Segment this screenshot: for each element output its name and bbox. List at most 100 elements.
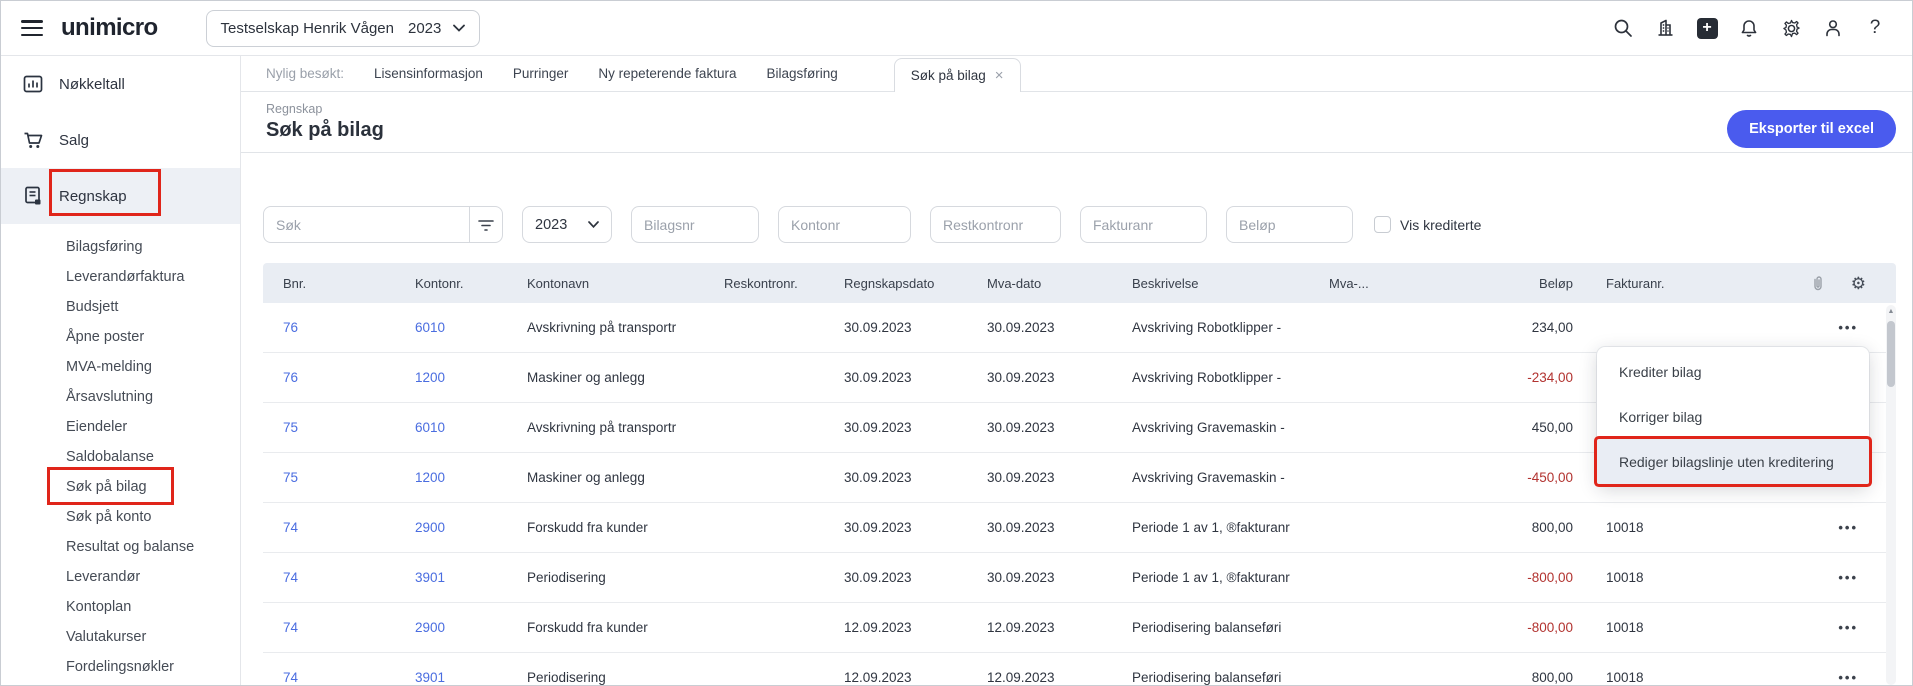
cell-bnr-link[interactable]: 75: [283, 470, 415, 485]
row-more-actions-icon[interactable]: •••: [1838, 621, 1858, 634]
sidebar-subitem-pne-poster[interactable]: Åpne poster: [1, 322, 240, 352]
sidebar-subitem-mva-melding[interactable]: MVA-melding: [1, 352, 240, 382]
sidebar-subitem-leverand-rfaktura[interactable]: Leverandørfaktura: [1, 262, 240, 292]
sidebar-subitem-s-k-p-bilag[interactable]: Søk på bilag: [1, 472, 240, 502]
recent-link-purringer[interactable]: Purringer: [513, 66, 569, 81]
cell-fakturanr: 10018: [1606, 520, 1644, 535]
app-window: unimicro Testselskap Henrik Vågen 2023 +: [0, 0, 1913, 686]
cell-bnr-link[interactable]: 74: [283, 620, 415, 635]
column-header[interactable]: Kontonr.: [415, 276, 527, 291]
sidebar-item-salg[interactable]: Salg: [1, 112, 240, 168]
search-input[interactable]: [264, 207, 469, 242]
sidebar-item-label: Nøkkeltall: [59, 75, 125, 93]
scrollbar-thumb[interactable]: [1887, 321, 1895, 387]
checkbox[interactable]: [1374, 216, 1391, 233]
cell-bnr-link[interactable]: 76: [283, 370, 415, 385]
cell-mva-dato: 30.09.2023: [987, 370, 1055, 385]
export-to-excel-button[interactable]: Eksporter til excel: [1727, 110, 1896, 148]
cell-kontonr-link[interactable]: 1200: [415, 370, 527, 385]
cell-belop: -234,00: [1527, 370, 1573, 385]
column-header[interactable]: Mva-...: [1329, 276, 1433, 291]
cell-bnr-link[interactable]: 75: [283, 420, 415, 435]
column-header[interactable]: Regnskapsdato: [844, 276, 987, 291]
column-header[interactable]: Fakturanr.: [1606, 276, 1766, 291]
organization-icon[interactable]: [1654, 17, 1676, 39]
table-row[interactable]: 76 6010 Avskrivning på transportr 30.09.202…: [263, 303, 1896, 353]
belop-input[interactable]: [1226, 206, 1353, 243]
table-row[interactable]: 74 2900 Forskudd fra kunder 30.09.2023 30.09…: [263, 503, 1896, 553]
row-more-actions-icon[interactable]: •••: [1838, 321, 1858, 334]
year-select[interactable]: 2023: [522, 206, 612, 243]
sidebar-item-regnskap[interactable]: Regnskap: [1, 168, 240, 224]
row-context-menu: Krediter bilag Korriger bilag Rediger bila…: [1597, 347, 1869, 486]
cell-kontonr-link[interactable]: 6010: [415, 420, 527, 435]
sidebar-subitem-s-k-p-konto[interactable]: Søk på konto: [1, 502, 240, 532]
user-icon[interactable]: [1822, 17, 1844, 39]
tab-sok-pa-bilag[interactable]: Søk på bilag ×: [893, 58, 1021, 92]
fakturanr-input[interactable]: [1080, 206, 1207, 243]
table-scrollbar[interactable]: ▲: [1886, 305, 1896, 685]
context-menu-item-krediter-bilag[interactable]: Krediter bilag: [1597, 349, 1869, 394]
sidebar-subitem-valutakurser[interactable]: Valutakurser: [1, 622, 240, 652]
cell-mva-dato: 30.09.2023: [987, 320, 1055, 335]
search-icon[interactable]: [1612, 17, 1634, 39]
recent-link-ny-repeterende-faktura[interactable]: Ny repeterende faktura: [598, 66, 736, 81]
sidebar-subitem-fordelingsn-kler[interactable]: Fordelingsnøkler: [1, 652, 240, 682]
table-row[interactable]: 74 3901 Periodisering 12.09.2023 12.09.2023 P…: [263, 653, 1896, 685]
company-selector[interactable]: Testselskap Henrik Vågen 2023: [205, 9, 481, 47]
column-header[interactable]: Beløp: [1433, 276, 1573, 291]
cell-bnr-link[interactable]: 76: [283, 320, 415, 335]
help-icon[interactable]: ?: [1864, 17, 1886, 39]
column-header[interactable]: Kontonavn: [527, 276, 724, 291]
column-header[interactable]: Reskontronr.: [724, 276, 844, 291]
cell-mva-dato: 30.09.2023: [987, 570, 1055, 585]
restkontonr-input[interactable]: [930, 206, 1061, 243]
cell-belop: 234,00: [1531, 320, 1573, 335]
sidebar-item-nokkeltall[interactable]: Nøkkeltall: [1, 56, 240, 112]
cell-kontonr-link[interactable]: 6010: [415, 320, 527, 335]
context-menu-item-rediger-bilagslinje-uten-kreditering[interactable]: Rediger bilagslinje uten kreditering: [1597, 439, 1869, 484]
checkbox-label: Vis krediterte: [1400, 216, 1482, 233]
column-header[interactable]: Beskrivelse: [1132, 276, 1329, 291]
cell-kontonr-link[interactable]: 2900: [415, 620, 527, 635]
cell-fakturanr: 10018: [1606, 670, 1644, 685]
sidebar-subitem-leverand-r[interactable]: Leverandør: [1, 562, 240, 592]
paperclip-icon[interactable]: [1811, 275, 1825, 292]
recent-link-lisensinformasjon[interactable]: Lisensinformasjon: [374, 66, 483, 81]
cell-kontonr-link[interactable]: 3901: [415, 670, 527, 685]
table-settings-gear-icon[interactable]: ⚙: [1851, 275, 1866, 292]
sidebar-subitem-bilagsf-ring[interactable]: Bilagsføring: [1, 232, 240, 262]
sidebar-subitem-rsavslutning[interactable]: Årsavslutning: [1, 382, 240, 412]
filter-icon[interactable]: [469, 207, 502, 242]
scroll-up-arrow-icon[interactable]: ▲: [1886, 308, 1896, 315]
sidebar-subitem-resultat-og-balanse[interactable]: Resultat og balanse: [1, 532, 240, 562]
row-more-actions-icon[interactable]: •••: [1838, 671, 1858, 684]
cell-kontonr-link[interactable]: 2900: [415, 520, 527, 535]
sidebar-subitem-budsjett[interactable]: Budsjett: [1, 292, 240, 322]
sidebar-subitem-kontoplan[interactable]: Kontoplan: [1, 592, 240, 622]
table-row[interactable]: 74 3901 Periodisering 30.09.2023 30.09.2023 P…: [263, 553, 1896, 603]
show-credited-checkbox-group[interactable]: Vis krediterte: [1374, 216, 1481, 233]
notifications-bell-icon[interactable]: [1738, 17, 1760, 39]
hamburger-menu-icon[interactable]: [21, 20, 43, 36]
cell-bnr-link[interactable]: 74: [283, 570, 415, 585]
cell-bnr-link[interactable]: 74: [283, 520, 415, 535]
row-more-actions-icon[interactable]: •••: [1838, 521, 1858, 534]
bilagsnr-input[interactable]: [631, 206, 759, 243]
recent-link-bilagsf-ring[interactable]: Bilagsføring: [766, 66, 837, 81]
sidebar-subitem-saldobalanse[interactable]: Saldobalanse: [1, 442, 240, 472]
sidebar-subitem-eiendeler[interactable]: Eiendeler: [1, 412, 240, 442]
column-header[interactable]: Bnr.: [283, 276, 415, 291]
cell-kontonr-link[interactable]: 3901: [415, 570, 527, 585]
kontonr-input[interactable]: [778, 206, 911, 243]
context-menu-item-korriger-bilag[interactable]: Korriger bilag: [1597, 394, 1869, 439]
cell-kontonr-link[interactable]: 1200: [415, 470, 527, 485]
cell-bnr-link[interactable]: 74: [283, 670, 415, 685]
cell-regnskapsdato: 30.09.2023: [844, 570, 912, 585]
add-icon[interactable]: +: [1696, 17, 1718, 39]
settings-gear-icon[interactable]: [1780, 17, 1802, 39]
column-header[interactable]: Mva-dato: [987, 276, 1132, 291]
tab-close-icon[interactable]: ×: [995, 68, 1004, 83]
table-row[interactable]: 74 2900 Forskudd fra kunder 12.09.2023 12.09…: [263, 603, 1896, 653]
row-more-actions-icon[interactable]: •••: [1838, 571, 1858, 584]
